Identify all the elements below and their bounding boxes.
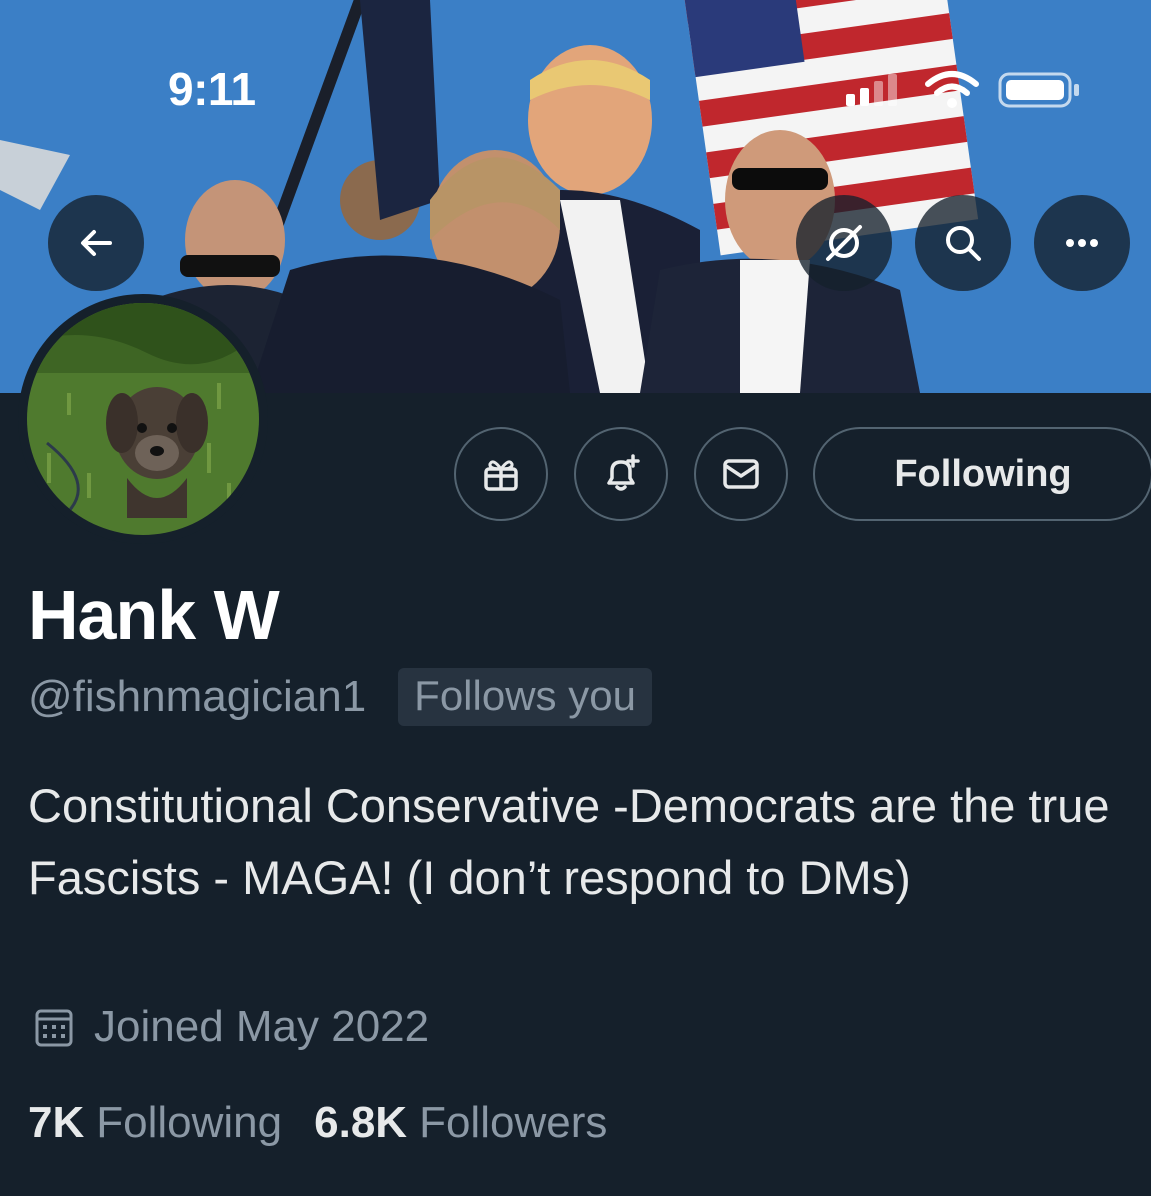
joined-date: Joined May 2022: [94, 1002, 430, 1051]
grok-icon: [826, 225, 862, 261]
envelope-icon: [723, 459, 759, 489]
following-stat-link[interactable]: 7K Following: [28, 1098, 282, 1148]
search-button[interactable]: [915, 195, 1011, 291]
handle: @fishnmagician1: [28, 672, 367, 721]
avatar-image: [27, 303, 259, 535]
bell-plus-icon: [607, 454, 640, 491]
more-horizontal-icon: [1066, 239, 1098, 247]
followers-count: 6.8K: [314, 1098, 408, 1147]
gift-icon: [484, 460, 518, 491]
more-button[interactable]: [1034, 195, 1130, 291]
following-button[interactable]: Following: [813, 427, 1151, 521]
gift-button[interactable]: [454, 427, 548, 521]
calendar-icon: [35, 1009, 73, 1047]
message-button[interactable]: [694, 427, 788, 521]
arrow-left-icon: [81, 230, 112, 256]
joined-row: Joined May 2022: [30, 1002, 429, 1052]
followers-label: Followers: [419, 1098, 608, 1147]
display-name: Hank W: [28, 576, 280, 654]
grok-button[interactable]: [796, 195, 892, 291]
search-icon: [946, 226, 981, 261]
notifications-button[interactable]: [574, 427, 668, 521]
handle-row: @fishnmagician1 Follows you: [28, 668, 652, 726]
follows-you-badge: Follows you: [398, 668, 652, 726]
status-icons: [846, 71, 1079, 108]
back-button[interactable]: [48, 195, 144, 291]
following-count: 7K: [28, 1098, 85, 1147]
battery-icon: [998, 72, 1079, 108]
followers-stat-link[interactable]: 6.8K Followers: [314, 1098, 607, 1148]
status-time: 9:11: [168, 63, 256, 115]
profile-avatar[interactable]: [18, 294, 268, 544]
following-label: Following: [96, 1098, 283, 1147]
follow-stats: 7K Following 6.8K Followers: [28, 1098, 607, 1148]
wifi-icon: [925, 71, 979, 108]
cellular-signal-icon: [846, 74, 897, 106]
bio: Constitutional Conservative -Democrats a…: [28, 779, 1110, 904]
